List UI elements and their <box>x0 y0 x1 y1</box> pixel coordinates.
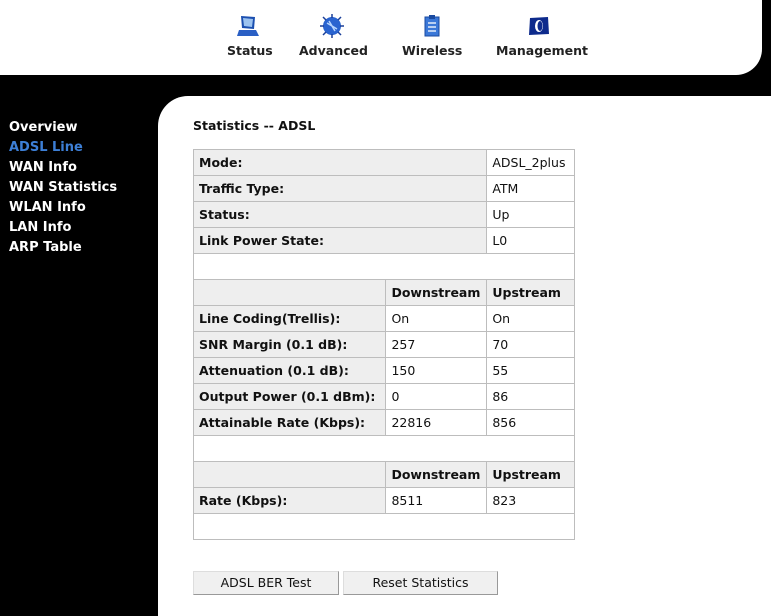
table-header-row: Downstream Upstream <box>192 461 575 488</box>
nav-status-label: Status <box>227 43 273 58</box>
laptop-icon <box>237 16 259 36</box>
attainable-rate-down: 22816 <box>385 409 488 436</box>
nav-advanced[interactable]: Advanced <box>299 14 368 58</box>
output-power-up: 86 <box>486 383 575 410</box>
table-row: Link Power State: L0 <box>192 227 575 254</box>
sidebar-item-adsl-line[interactable]: ADSL Line <box>9 138 117 158</box>
sidebar-item-wlan-info[interactable]: WLAN Info <box>9 198 117 218</box>
nav-management[interactable]: Management <box>496 14 589 58</box>
clipboard-icon <box>424 15 440 37</box>
spacer-row <box>193 435 575 462</box>
header-upstream: Upstream <box>486 279 575 306</box>
mode-label: Mode: <box>192 149 488 176</box>
line-coding-down: On <box>385 305 488 332</box>
rate-header-downstream: Downstream <box>385 461 488 488</box>
link-power-state-label: Link Power State: <box>192 227 488 254</box>
table-row: Output Power (0.1 dBm): 0 86 <box>192 383 575 410</box>
spacer-row <box>193 513 575 540</box>
rate-down: 8511 <box>385 487 488 514</box>
adsl-ber-test-button[interactable]: ADSL BER Test <box>193 571 339 595</box>
sidebar-item-lan-info[interactable]: LAN Info <box>9 218 117 238</box>
output-power-label: Output Power (0.1 dBm): <box>192 383 387 410</box>
table-header-row: Downstream Upstream <box>192 279 575 306</box>
page-title: Statistics -- ADSL <box>193 118 316 133</box>
line-coding-up: On <box>486 305 575 332</box>
rate-header-upstream: Upstream <box>486 461 575 488</box>
table-row: Status: Up <box>192 201 575 228</box>
attenuation-label: Attenuation (0.1 dB): <box>192 357 387 384</box>
status-label: Status: <box>192 201 488 228</box>
table-row: Attenuation (0.1 dB): 150 55 <box>192 357 575 384</box>
sidebar-item-overview[interactable]: Overview <box>9 118 117 138</box>
table-row: Traffic Type: ATM <box>192 175 575 202</box>
attainable-rate-up: 856 <box>486 409 575 436</box>
reset-statistics-button[interactable]: Reset Statistics <box>343 571 498 595</box>
snr-margin-down: 257 <box>385 331 488 358</box>
traffic-type-value: ATM <box>486 175 575 202</box>
chip-icon <box>320 14 344 38</box>
nav-wireless-label: Wireless <box>402 43 463 58</box>
rate-label: Rate (Kbps): <box>192 487 387 514</box>
attenuation-up: 55 <box>486 357 575 384</box>
spacer-row <box>193 253 575 280</box>
table-row: Rate (Kbps): 8511 823 <box>192 487 575 514</box>
mode-value: ADSL_2plus <box>486 149 575 176</box>
rate-up: 823 <box>486 487 575 514</box>
top-header: Status Advanced Wireless Management <box>0 0 762 75</box>
table-row: Mode: ADSL_2plus <box>192 149 575 176</box>
sidebar-item-arp-table[interactable]: ARP Table <box>9 238 117 258</box>
attenuation-down: 150 <box>385 357 488 384</box>
snr-margin-up: 70 <box>486 331 575 358</box>
traffic-type-label: Traffic Type: <box>192 175 488 202</box>
link-power-state-value: L0 <box>486 227 575 254</box>
table-row: Line Coding(Trellis): On On <box>192 305 575 332</box>
nav-management-label: Management <box>496 43 589 58</box>
nav-wireless[interactable]: Wireless <box>402 14 462 58</box>
nav-advanced-label: Advanced <box>299 43 368 58</box>
attainable-rate-label: Attainable Rate (Kbps): <box>192 409 387 436</box>
sidebar: Overview ADSL Line WAN Info WAN Statisti… <box>9 118 117 258</box>
sidebar-item-wan-info[interactable]: WAN Info <box>9 158 117 178</box>
adsl-stats-table: Mode: ADSL_2plus Traffic Type: ATM Statu… <box>192 149 575 540</box>
header-downstream: Downstream <box>385 279 488 306</box>
snr-margin-label: SNR Margin (0.1 dB): <box>192 331 387 358</box>
line-coding-label: Line Coding(Trellis): <box>192 305 387 332</box>
output-power-down: 0 <box>385 383 488 410</box>
status-value: Up <box>486 201 575 228</box>
sidebar-item-wan-statistics[interactable]: WAN Statistics <box>9 178 117 198</box>
nav-status[interactable]: Status <box>227 14 273 58</box>
table-row: SNR Margin (0.1 dB): 257 70 <box>192 331 575 358</box>
folder-icon <box>529 17 549 35</box>
table-row: Attainable Rate (Kbps): 22816 856 <box>192 409 575 436</box>
